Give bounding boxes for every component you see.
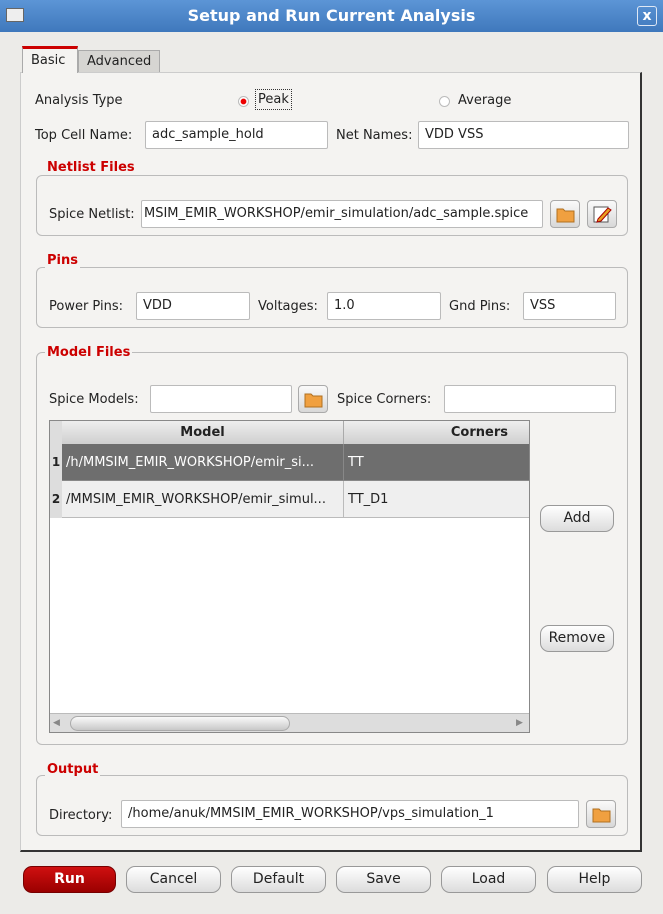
cancel-button[interactable]: Cancel — [126, 866, 221, 893]
save-button[interactable]: Save — [336, 866, 431, 893]
top-cell-input[interactable]: adc_sample_hold — [145, 121, 328, 149]
model-cell[interactable]: /h/MMSIM_EMIR_WORKSHOP/emir_si... — [62, 444, 344, 481]
column-header-corners[interactable]: Corners — [344, 421, 529, 444]
power-pins-label: Power Pins: — [49, 299, 123, 314]
spice-corners-input[interactable] — [444, 385, 616, 413]
peak-radio[interactable] — [238, 96, 249, 107]
folder-icon[interactable] — [298, 385, 328, 413]
net-names-label: Net Names: — [336, 128, 413, 143]
analysis-type-label: Analysis Type — [35, 93, 123, 108]
power-pins-input[interactable]: VDD — [136, 292, 250, 320]
voltages-input[interactable]: 1.0 — [327, 292, 441, 320]
model-table: Model Corners 1 /h/MMSIM_EMIR_WORKSHOP/e… — [49, 420, 530, 733]
voltages-label: Voltages: — [258, 299, 318, 314]
title-bar: Setup and Run Current Analysis — [0, 0, 663, 32]
table-row[interactable]: 1 /h/MMSIM_EMIR_WORKSHOP/emir_si... TT — [50, 444, 529, 481]
tab-advanced[interactable]: Advanced — [78, 50, 160, 73]
gnd-pins-input[interactable]: VSS — [523, 292, 616, 320]
load-button[interactable]: Load — [441, 866, 536, 893]
folder-icon[interactable] — [586, 800, 616, 828]
table-row[interactable]: 2 /MMSIM_EMIR_WORKSHOP/emir_simul... TT_… — [50, 481, 529, 518]
window-menu-icon[interactable] — [6, 8, 24, 22]
folder-icon[interactable] — [550, 200, 580, 228]
spice-models-label: Spice Models: — [49, 392, 139, 407]
peak-label[interactable]: Peak — [255, 89, 292, 110]
output-title: Output — [45, 762, 101, 777]
close-button[interactable]: x — [637, 6, 657, 26]
add-button[interactable]: Add — [540, 505, 614, 532]
spice-netlist-label: Spice Netlist: — [49, 207, 135, 222]
remove-button[interactable]: Remove — [540, 625, 614, 652]
directory-input[interactable]: /home/anuk/MMSIM_EMIR_WORKSHOP/vps_simul… — [121, 800, 579, 828]
gnd-pins-label: Gnd Pins: — [449, 299, 511, 314]
scroll-left-icon[interactable]: ◀ — [53, 718, 60, 728]
run-button[interactable]: Run — [23, 866, 116, 893]
average-radio[interactable] — [439, 96, 450, 107]
directory-label: Directory: — [49, 808, 113, 823]
help-button[interactable]: Help — [547, 866, 642, 893]
corner-cell[interactable]: TT — [344, 444, 529, 481]
scrollbar-thumb[interactable] — [70, 716, 290, 731]
net-names-input[interactable]: VDD VSS — [418, 121, 629, 149]
tab-basic[interactable]: Basic — [22, 46, 78, 73]
scroll-right-icon[interactable]: ▶ — [516, 718, 523, 728]
default-button[interactable]: Default — [231, 866, 326, 893]
model-files-title: Model Files — [45, 345, 133, 360]
netlist-files-title: Netlist Files — [45, 160, 137, 175]
edit-icon[interactable] — [587, 200, 617, 228]
corner-cell[interactable]: TT_D1 — [344, 481, 529, 518]
spice-netlist-input[interactable]: MSIM_EMIR_WORKSHOP/emir_simulation/adc_s… — [141, 200, 543, 228]
window-title: Setup and Run Current Analysis — [187, 6, 476, 25]
average-label[interactable]: Average — [458, 93, 511, 108]
top-cell-label: Top Cell Name: — [35, 128, 133, 143]
column-header-model[interactable]: Model — [62, 421, 344, 444]
spice-models-input[interactable] — [150, 385, 292, 413]
horizontal-scrollbar[interactable]: ◀ ▶ — [50, 713, 529, 732]
model-cell[interactable]: /MMSIM_EMIR_WORKSHOP/emir_simul... — [62, 481, 344, 518]
pins-title: Pins — [45, 253, 80, 268]
spice-corners-label: Spice Corners: — [337, 392, 432, 407]
